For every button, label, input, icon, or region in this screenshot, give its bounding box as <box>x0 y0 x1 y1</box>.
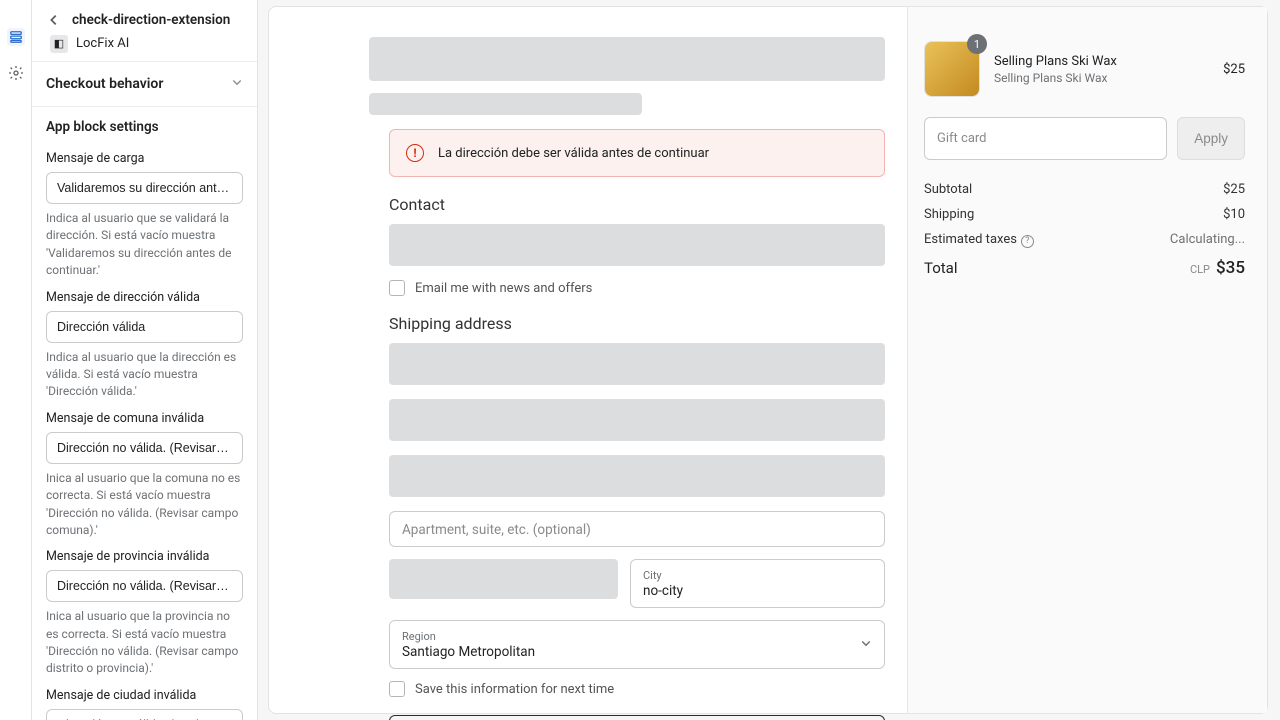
region-select[interactable]: Region Santiago Metropolitan <box>389 620 885 669</box>
settings-icon[interactable] <box>7 64 25 82</box>
label-ciudad: Mensaje de ciudad inválida <box>46 688 243 703</box>
skeleton-address <box>389 455 885 497</box>
checkout-behavior-toggle[interactable]: Checkout behavior <box>32 61 257 106</box>
label-comuna: Mensaje de comuna inválida <box>46 411 243 426</box>
checkbox-email-news[interactable] <box>389 280 405 296</box>
info-icon[interactable]: ? <box>1021 235 1034 248</box>
label-loading: Mensaje de carga <box>46 151 243 166</box>
email-news-row[interactable]: Email me with news and offers <box>389 280 885 296</box>
item-subtitle: Selling Plans Ski Wax <box>994 71 1209 85</box>
skeleton-email <box>389 224 885 266</box>
alert-icon: ! <box>406 144 424 162</box>
app-name: LocFix AI <box>76 36 129 51</box>
cart-item: 1 Selling Plans Ski Wax Selling Plans Sk… <box>924 41 1245 97</box>
error-banner: ! La dirección debe ser válida antes de … <box>389 129 885 177</box>
order-summary: 1 Selling Plans Ski Wax Selling Plans Sk… <box>907 7 1267 713</box>
item-price: $25 <box>1223 62 1245 77</box>
back-icon[interactable] <box>46 12 62 28</box>
skeleton-name <box>389 399 885 441</box>
skeleton-country <box>389 343 885 385</box>
label-valid: Mensaje de dirección válida <box>46 290 243 305</box>
settings-sidebar: check-direction-extension ◧ LocFix AI Ch… <box>32 0 258 720</box>
app-icon: ◧ <box>50 35 68 53</box>
input-provincia[interactable] <box>46 570 243 602</box>
help-valid: Indica al usuario que la dirección es vá… <box>46 349 243 401</box>
shipping-header: Shipping address <box>389 314 885 333</box>
app-row[interactable]: ◧ LocFix AI <box>32 32 257 61</box>
contact-header: Contact <box>389 195 885 214</box>
editor-rail <box>0 0 32 720</box>
skeleton-postal <box>389 559 618 599</box>
city-input[interactable]: City no-city <box>630 559 885 608</box>
field-error-box: ✕ Dirección no válida. (Revisar campo co… <box>389 715 885 720</box>
input-valid[interactable] <box>46 311 243 343</box>
label-provincia: Mensaje de provincia inválida <box>46 549 243 564</box>
sections-icon[interactable] <box>7 28 25 46</box>
checkbox-save-info[interactable] <box>389 681 405 697</box>
preview-area: ! La dirección debe ser válida antes de … <box>258 0 1280 720</box>
help-comuna: Inica al usuario que la comuna no es cor… <box>46 470 243 540</box>
apartment-input[interactable]: Apartment, suite, etc. (optional) <box>389 511 885 547</box>
skeleton-logo <box>369 37 885 81</box>
subtotal-row: Subtotal $25 <box>924 182 1245 197</box>
help-provincia: Inica al usuario que la provincia no es … <box>46 608 243 678</box>
shipping-row: Shipping $10 <box>924 207 1245 222</box>
help-loading: Indica al usuario que se validará la dir… <box>46 210 243 280</box>
chevron-down-icon <box>860 637 872 653</box>
checkout-form: ! La dirección debe ser válida antes de … <box>269 7 907 713</box>
taxes-row: Estimated taxes? Calculating... <box>924 232 1245 248</box>
save-info-row[interactable]: Save this information for next time <box>389 681 885 697</box>
apply-button[interactable]: Apply <box>1177 117 1245 160</box>
product-thumb: 1 <box>924 41 980 97</box>
qty-badge: 1 <box>967 34 987 54</box>
chevron-down-icon <box>231 76 243 92</box>
input-comuna[interactable] <box>46 432 243 464</box>
item-title: Selling Plans Ski Wax <box>994 54 1209 69</box>
input-loading[interactable] <box>46 172 243 204</box>
skeleton-breadcrumb <box>369 93 642 115</box>
gift-card-input[interactable]: Gift card <box>924 117 1167 160</box>
total-row: Total CLP$35 <box>924 258 1245 278</box>
input-ciudad[interactable] <box>46 709 243 720</box>
extension-name: check-direction-extension <box>72 12 230 28</box>
block-settings-header: App block settings <box>32 106 257 141</box>
